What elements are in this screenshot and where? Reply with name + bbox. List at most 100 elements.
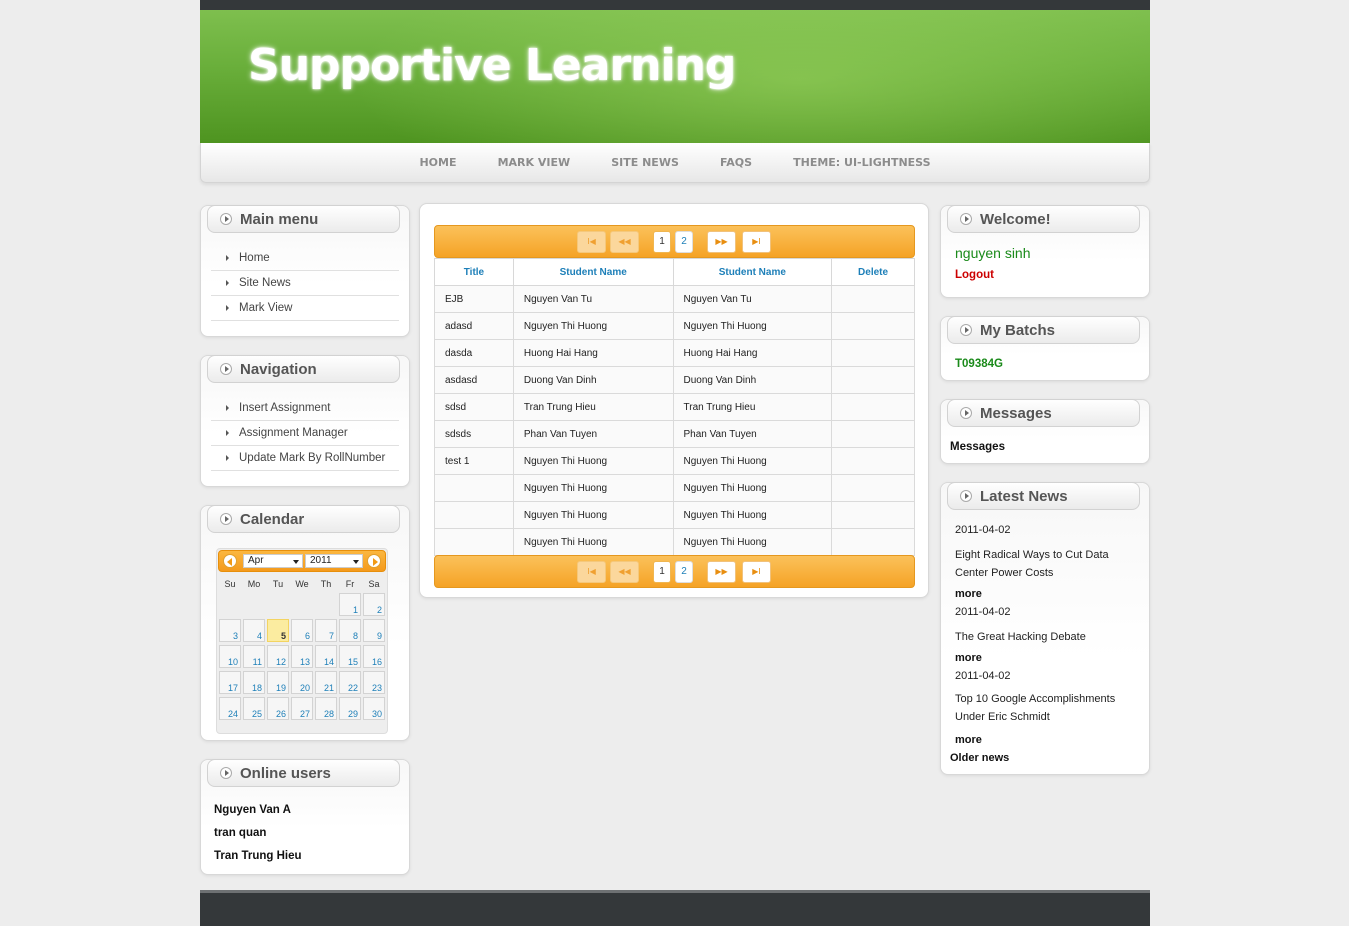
calendar-day[interactable]: 24 [219,697,241,720]
calendar-day[interactable]: 10 [219,645,241,668]
nav-item-insert-assignment[interactable]: Insert Assignment [211,396,399,421]
month-select[interactable]: Apr [243,554,303,568]
last-page-button[interactable]: ▶I [742,561,771,583]
page-2-button[interactable]: 2 [675,231,693,253]
navigation-box: Navigation Insert Assignment Assignment … [200,355,410,487]
calendar-day[interactable]: 9 [363,619,385,642]
cell-delete[interactable] [831,285,915,313]
calendar-day[interactable]: 12 [267,645,289,668]
cell-student-name: Nguyen Thi Huong [512,474,674,502]
news-headline[interactable]: Eight Radical Ways to Cut Data Center Po… [955,546,1130,582]
calendar-day[interactable]: 30 [363,697,385,720]
news-headline[interactable]: The Great Hacking Debate [955,628,1130,646]
table-row[interactable]: dasda Huong Hai Hang Huong Hai Hang [434,339,915,367]
batch-link[interactable]: T09384G [955,358,1003,370]
calendar-day[interactable]: 25 [243,697,265,720]
online-user[interactable]: tran quan [214,822,302,845]
menu-item-home[interactable]: Home [211,246,399,271]
page-2-button[interactable]: 2 [675,561,693,583]
column-header-student-name[interactable]: Student Name [672,258,833,286]
page-1-button[interactable]: 1 [653,561,671,583]
first-page-button[interactable]: I◀ [577,561,606,583]
calendar-day[interactable]: 28 [315,697,337,720]
column-header-student-name[interactable]: Student Name [512,258,674,286]
table-row[interactable]: sdsds Phan Van Tuyen Phan Van Tuyen [434,420,915,448]
calendar-day[interactable]: 11 [243,645,265,668]
nav-item-update-mark[interactable]: Update Mark By RollNumber [211,446,399,471]
calendar-day[interactable]: 6 [291,619,313,642]
page-1-button[interactable]: 1 [653,231,671,253]
calendar-day[interactable]: 16 [363,645,385,668]
nav-mark-view[interactable]: MARK VIEW [498,143,571,183]
news-more-link[interactable]: more [955,652,982,664]
calendar-day[interactable]: 22 [339,671,361,694]
cell-delete[interactable] [831,312,915,340]
column-header-title[interactable]: Title [434,258,514,286]
prev-month-icon[interactable] [223,554,237,568]
news-more-link[interactable]: more [955,734,982,746]
menu-item-mark-view[interactable]: Mark View [211,296,399,321]
year-select[interactable]: 2011 [305,554,363,568]
cell-delete[interactable] [831,501,915,529]
calendar-day[interactable]: 26 [267,697,289,720]
table-row[interactable]: Nguyen Thi Huong Nguyen Thi Huong [434,474,915,502]
calendar-day[interactable]: 14 [315,645,337,668]
online-user[interactable]: Nguyen Van A [214,799,302,822]
next-month-icon[interactable] [367,554,381,568]
calendar-day[interactable]: 27 [291,697,313,720]
table-row[interactable]: asdasd Duong Van Dinh Duong Van Dinh [434,366,915,394]
menu-item-label: Home [239,252,270,264]
nav-home[interactable]: HOME [419,143,456,183]
calendar-day[interactable]: 18 [243,671,265,694]
cell-delete[interactable] [831,447,915,475]
messages-link[interactable]: Messages [950,441,1005,453]
table-row[interactable]: adasd Nguyen Thi Huong Nguyen Thi Huong [434,312,915,340]
cell-delete[interactable] [831,393,915,421]
cell-delete[interactable] [831,528,915,556]
prev-page-button[interactable]: ◀◀ [610,231,639,253]
last-page-button[interactable]: ▶I [742,231,771,253]
menu-item-site-news[interactable]: Site News [211,271,399,296]
calendar-day[interactable]: 8 [339,619,361,642]
calendar-day[interactable]: 23 [363,671,385,694]
nav-site-news[interactable]: SITE NEWS [611,143,679,183]
calendar-day[interactable]: 19 [267,671,289,694]
site-title[interactable]: Supportive Learning [248,40,736,91]
online-user[interactable]: Tran Trung Hieu [214,845,302,868]
calendar-day-today[interactable]: 5 [267,619,289,642]
table-row[interactable]: Nguyen Thi Huong Nguyen Thi Huong [434,501,915,529]
table-row[interactable]: sdsd Tran Trung Hieu Tran Trung Hieu [434,393,915,421]
logout-link[interactable]: Logout [955,269,994,281]
column-header-delete[interactable]: Delete [831,258,915,286]
cell-delete[interactable] [831,474,915,502]
first-page-button[interactable]: I◀ [577,231,606,253]
next-page-button[interactable]: ▶▶ [707,561,736,583]
table-row[interactable]: test 1 Nguyen Thi Huong Nguyen Thi Huong [434,447,915,475]
news-headline[interactable]: Top 10 Google Accomplishments Under Eric… [955,690,1135,726]
next-page-button[interactable]: ▶▶ [707,231,736,253]
calendar-day[interactable]: 2 [363,593,385,616]
nav-item-assignment-manager[interactable]: Assignment Manager [211,421,399,446]
table-row[interactable]: Nguyen Thi Huong Nguyen Thi Huong [434,528,915,556]
older-news-link[interactable]: Older news [950,752,1009,764]
table-row[interactable]: EJB Nguyen Van Tu Nguyen Van Tu [434,285,915,313]
calendar-day[interactable]: 15 [339,645,361,668]
news-more-link[interactable]: more [955,588,982,600]
calendar-empty-cell [243,593,265,616]
calendar-day[interactable]: 13 [291,645,313,668]
cell-student-name: Nguyen Thi Huong [672,474,833,502]
calendar-day[interactable]: 29 [339,697,361,720]
calendar-day[interactable]: 20 [291,671,313,694]
calendar-day[interactable]: 4 [243,619,265,642]
cell-delete[interactable] [831,339,915,367]
calendar-day[interactable]: 1 [339,593,361,616]
cell-delete[interactable] [831,420,915,448]
calendar-day[interactable]: 17 [219,671,241,694]
nav-faqs[interactable]: FAQS [720,143,752,183]
prev-page-button[interactable]: ◀◀ [610,561,639,583]
cell-delete[interactable] [831,366,915,394]
calendar-day[interactable]: 3 [219,619,241,642]
calendar-day[interactable]: 7 [315,619,337,642]
calendar-day[interactable]: 21 [315,671,337,694]
nav-theme[interactable]: THEME: UI-LIGHTNESS [793,143,930,183]
